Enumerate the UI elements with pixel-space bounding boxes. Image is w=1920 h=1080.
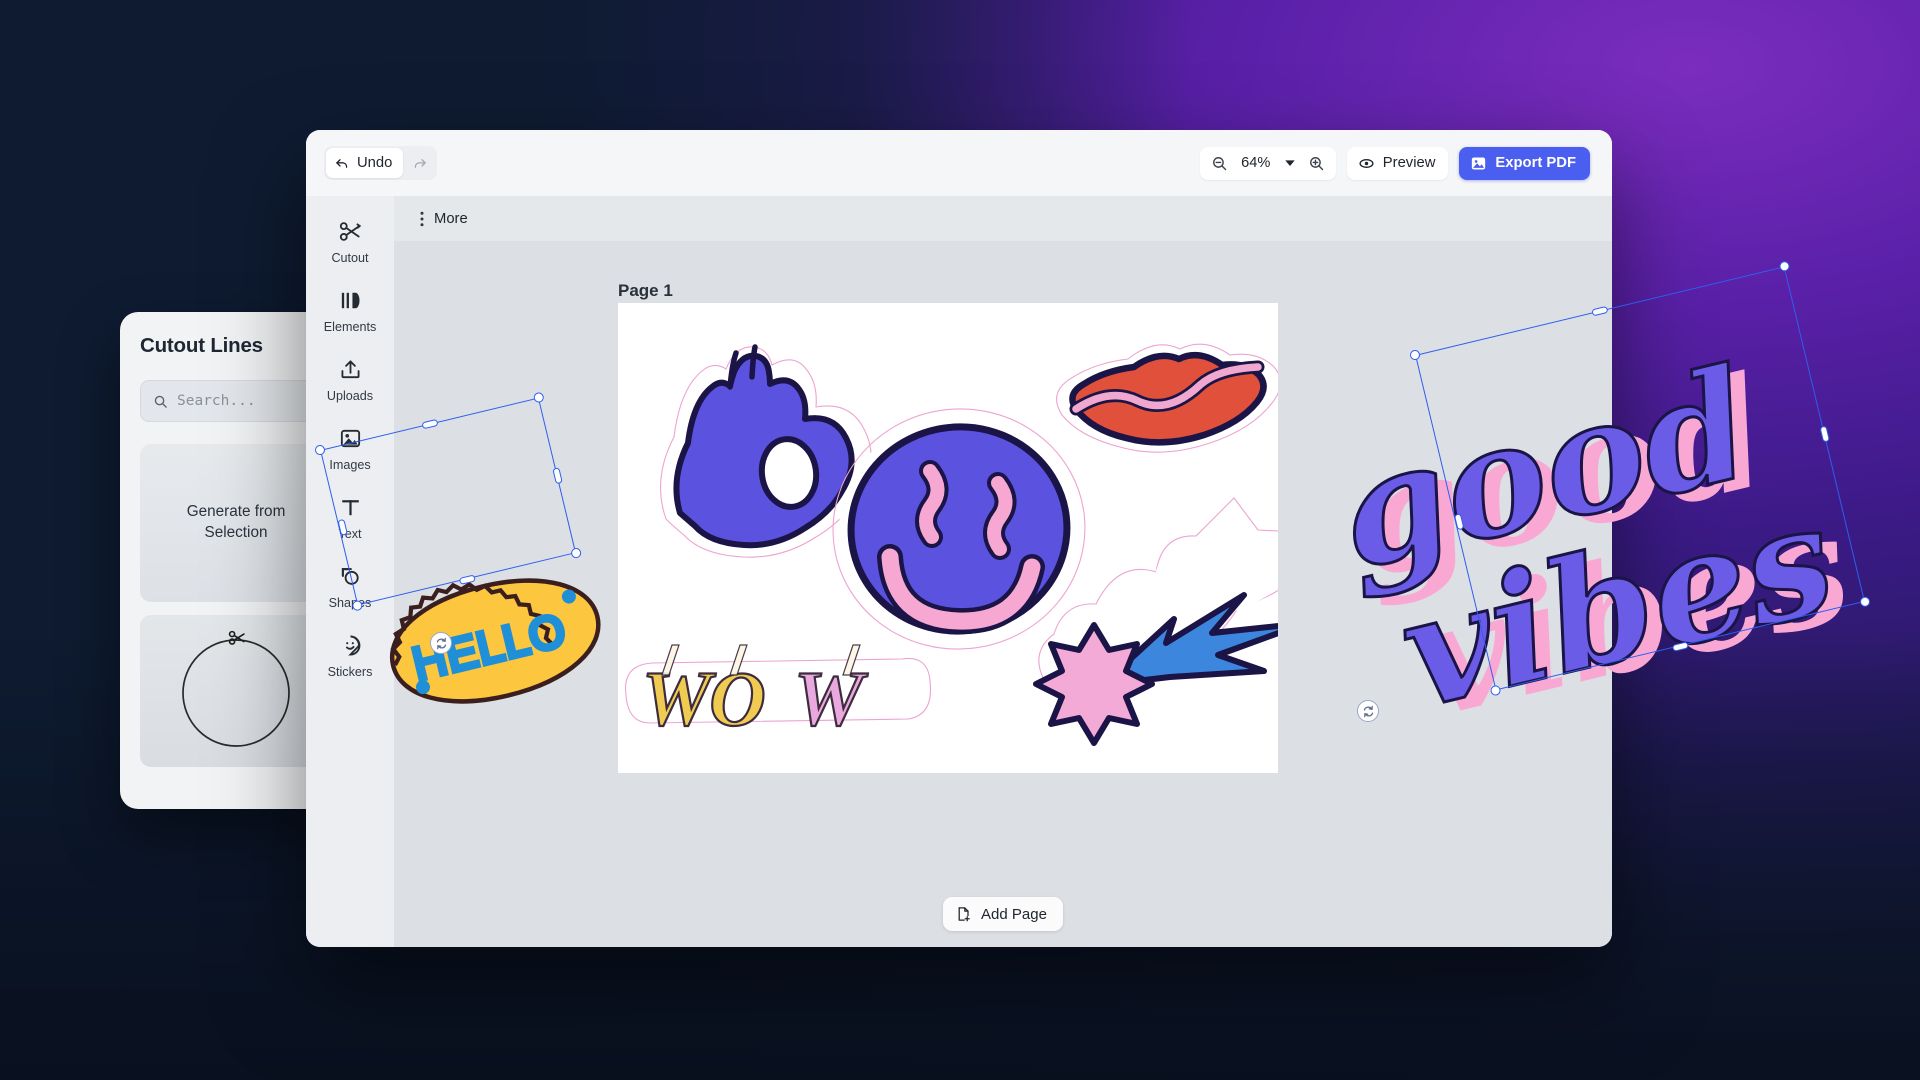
undo-arrow-icon	[335, 156, 350, 171]
cutout-shape-thumbnail[interactable]	[140, 615, 332, 767]
sidebar-item-shapes[interactable]: Shapes	[306, 551, 394, 620]
redo-button[interactable]	[403, 148, 435, 178]
elements-icon	[338, 287, 363, 313]
stickers-artboard: .cut { fill:none; stroke:#eda4cf; stroke…	[624, 343, 1278, 746]
add-page-button[interactable]: Add Page	[943, 897, 1063, 931]
shapes-icon	[338, 563, 363, 589]
search-icon	[153, 394, 168, 409]
add-page-label: Add Page	[981, 905, 1047, 923]
left-tool-rail: Cutout Elements Uploads Images Text Shap…	[306, 196, 394, 947]
panel-title: Cutout Lines	[140, 334, 263, 357]
app-window: Undo 64% Preview Export PDF Cutout Eleme…	[306, 130, 1612, 947]
selection-corner-br[interactable]	[1859, 595, 1872, 608]
more-label: More	[434, 210, 468, 227]
lips-sticker	[1056, 343, 1278, 453]
toolbar-right-group: 64% Preview Export PDF	[1199, 146, 1590, 180]
canvas-area[interactable]: Page 1 .cut { fill:none; stroke:#eda4cf;…	[394, 241, 1612, 947]
sidebar-item-stickers[interactable]: Stickers	[306, 620, 394, 689]
zoom-control: 64%	[1199, 146, 1336, 180]
sidebar-item-text[interactable]: Text	[306, 482, 394, 551]
sidebar-item-elements[interactable]: Elements	[306, 275, 394, 344]
selection-corner-tr[interactable]	[1778, 260, 1791, 273]
more-vertical-icon[interactable]	[420, 211, 424, 227]
undo-button[interactable]: Undo	[326, 148, 404, 178]
page-label: Page 1	[618, 281, 673, 300]
sidebar-item-uploads[interactable]: Uploads	[306, 344, 394, 413]
search-placeholder: Search...	[177, 393, 256, 409]
upload-icon	[338, 356, 363, 382]
text-t-icon	[338, 494, 363, 520]
eye-icon	[1358, 155, 1375, 172]
zoom-value[interactable]: 64%	[1234, 155, 1278, 171]
top-toolbar: Undo 64% Preview Export PDF	[306, 130, 1612, 196]
sidebar-item-images[interactable]: Images	[306, 413, 394, 482]
sidebar-item-cutout[interactable]: Cutout	[306, 206, 394, 275]
image-export-icon	[1470, 155, 1487, 172]
selection-handle-right[interactable]	[1819, 425, 1830, 443]
chevron-down-icon[interactable]	[1278, 149, 1302, 178]
context-toolbar: More	[394, 196, 1612, 241]
app-body: Cutout Elements Uploads Images Text Shap…	[306, 196, 1612, 947]
sidebar-item-label: Uploads	[326, 389, 374, 403]
add-page-icon	[956, 906, 972, 922]
zoom-out-button[interactable]	[1205, 149, 1234, 178]
smiley-face-sticker	[832, 408, 1086, 650]
scissors-circle-icon	[174, 629, 298, 753]
svg-text:WO: WO	[642, 655, 764, 742]
sidebar-item-label: Cutout	[331, 251, 369, 265]
sidebar-item-label: Elements	[323, 320, 377, 334]
sidebar-item-label: Text	[338, 527, 362, 541]
export-label: Export PDF	[1495, 155, 1576, 171]
preview-button[interactable]: Preview	[1346, 146, 1449, 180]
sidebar-item-label: Images	[329, 458, 371, 472]
sticker-smiley-icon	[338, 632, 363, 658]
export-pdf-button[interactable]: Export PDF	[1459, 146, 1590, 180]
image-icon	[338, 425, 363, 451]
selection-handle-bottom[interactable]	[1671, 640, 1689, 652]
scissors-icon	[338, 218, 363, 244]
svg-text:W: W	[794, 655, 868, 742]
preview-label: Preview	[1382, 155, 1436, 171]
page-sheet[interactable]: .cut { fill:none; stroke:#eda4cf; stroke…	[618, 303, 1278, 773]
wow-text-sticker: WO W	[624, 644, 932, 743]
redo-arrow-icon	[412, 156, 427, 171]
add-page-row: Add Page	[394, 897, 1612, 931]
zoom-in-button[interactable]	[1302, 149, 1331, 178]
undo-label: Undo	[357, 155, 393, 171]
generate-button-label: Generate from Selection	[186, 503, 286, 541]
undo-redo-group: Undo	[324, 146, 438, 180]
search-input[interactable]: Search...	[140, 380, 332, 422]
sidebar-item-label: Shapes	[328, 596, 372, 610]
generate-from-selection-button[interactable]: Generate from Selection	[140, 444, 332, 602]
canvas-column: More Page 1 .cut { fill:none; stroke:#ed…	[394, 196, 1612, 947]
sidebar-item-label: Stickers	[327, 665, 373, 679]
